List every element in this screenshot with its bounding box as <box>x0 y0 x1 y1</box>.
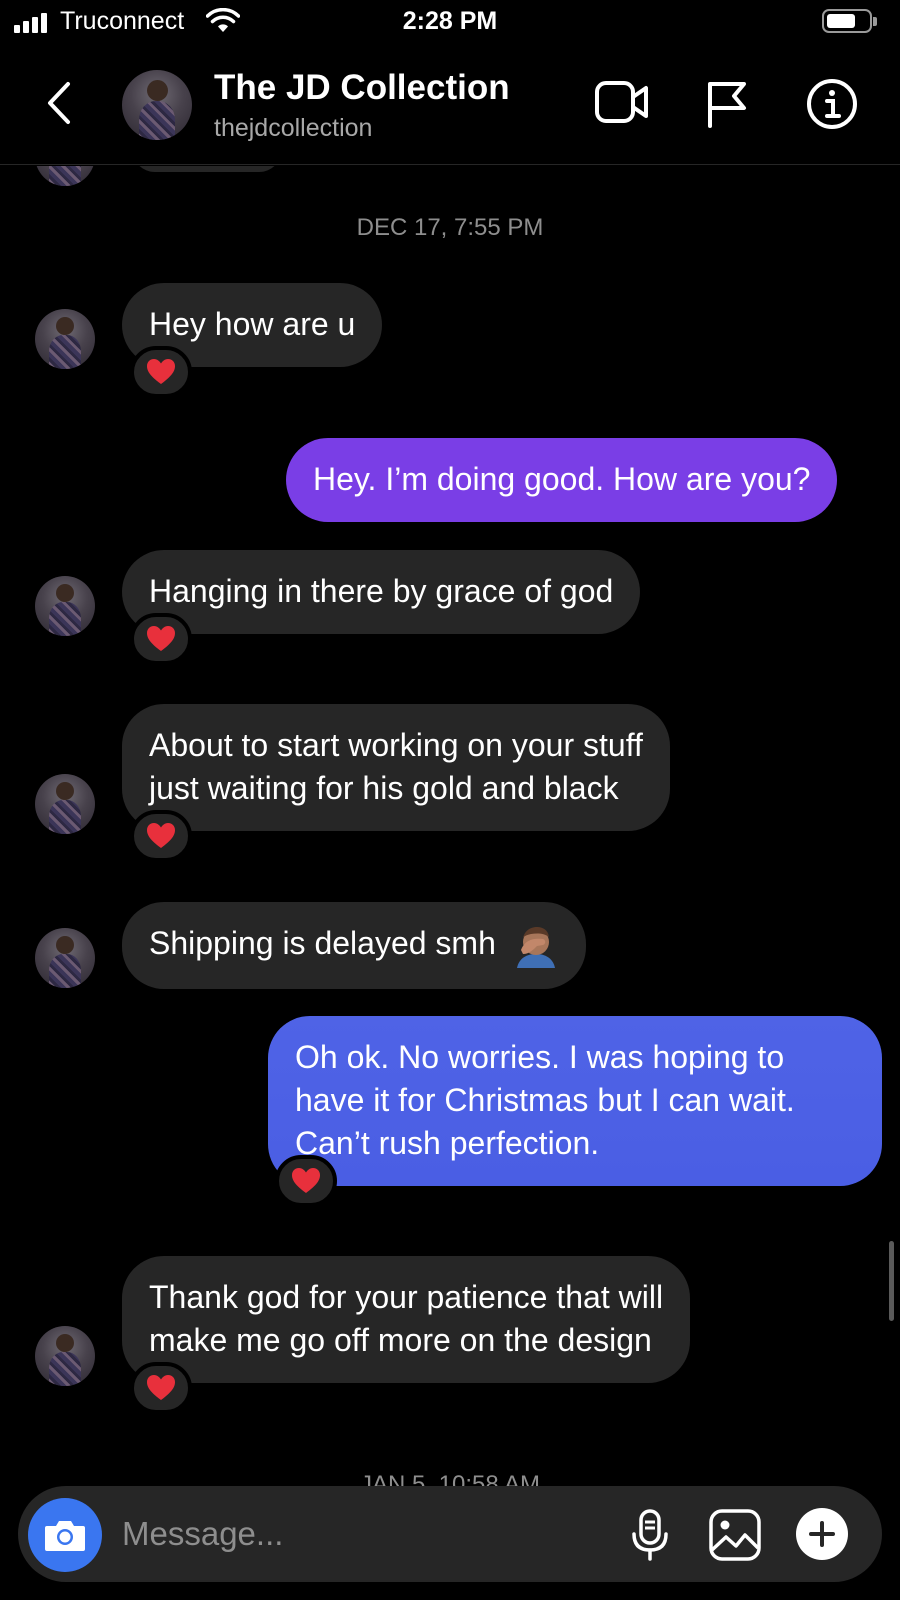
date-divider: DEC 17, 7:55 PM <box>356 214 544 241</box>
camera-icon <box>45 1521 85 1551</box>
message-bubble-outgoing[interactable]: Oh ok. No worries. I was hoping to have … <box>268 1016 882 1186</box>
message-line: About to start working on your stuff <box>149 727 643 763</box>
video-call-icon[interactable] <box>594 78 650 126</box>
status-time: 2:28 PM <box>402 7 498 35</box>
plus-icon <box>809 1521 835 1547</box>
battery-icon <box>822 9 877 33</box>
scrollbar[interactable] <box>889 1241 894 1321</box>
message-bubble[interactable] <box>132 166 282 172</box>
date-divider: JAN 5, 10:58 AM <box>359 1471 541 1486</box>
avatar <box>35 774 95 834</box>
message-composer <box>18 1486 882 1582</box>
add-button[interactable] <box>796 1508 848 1560</box>
message-text: Hey how are u <box>149 306 356 342</box>
avatar <box>35 166 95 186</box>
message-text: Shipping is delayed smh <box>149 925 496 961</box>
heart-reaction-icon[interactable] <box>130 613 192 665</box>
heart-reaction-icon[interactable] <box>130 1362 192 1414</box>
message-line: Oh ok. No worries. I was hoping to <box>295 1039 785 1075</box>
flag-icon[interactable] <box>704 78 750 128</box>
contact-avatar[interactable] <box>122 70 192 140</box>
avatar <box>35 309 95 369</box>
avatar <box>35 576 95 636</box>
facepalm-emoji-icon <box>516 926 555 968</box>
microphone-icon[interactable] <box>630 1508 670 1562</box>
message-bubble-incoming[interactable]: About to start working on your stuff jus… <box>122 704 670 831</box>
message-line: Thank god for your patience that will <box>149 1279 664 1315</box>
message-line: Can’t rush perfection. <box>295 1125 600 1161</box>
contact-handle[interactable]: thejdcollection <box>214 114 372 143</box>
message-line: have it for Christmas but I can wait. <box>295 1082 795 1118</box>
heart-reaction-icon[interactable] <box>130 346 192 398</box>
contact-name[interactable]: The JD Collection <box>214 68 510 108</box>
gallery-icon[interactable] <box>708 1508 762 1562</box>
message-line: make me go off more on the design <box>149 1322 652 1358</box>
message-input[interactable] <box>122 1486 592 1582</box>
message-line: just waiting for his gold and black <box>149 770 619 806</box>
heart-reaction-icon[interactable] <box>275 1155 337 1207</box>
status-bar: Truconnect 2:28 PM <box>0 0 900 46</box>
message-bubble-outgoing[interactable]: Hey. I’m doing good. How are you? <box>286 438 838 522</box>
message-text: Hanging in there by grace of god <box>149 573 614 609</box>
avatar <box>35 928 95 988</box>
avatar <box>35 1326 95 1386</box>
conversation-header: The JD Collection thejdcollection <box>0 50 900 165</box>
message-bubble-incoming[interactable]: Shipping is delayed smh <box>122 902 586 989</box>
message-bubble-incoming[interactable]: Thank god for your patience that will ma… <box>122 1256 691 1383</box>
info-icon[interactable] <box>806 78 858 130</box>
message-text: Hey. I’m doing good. How are you? <box>313 461 811 497</box>
heart-reaction-icon[interactable] <box>130 810 192 862</box>
message-bubble-incoming[interactable]: Hanging in there by grace of god <box>122 550 641 634</box>
camera-button[interactable] <box>28 1498 102 1572</box>
message-list[interactable]: DEC 17, 7:55 PM Hey how are u Hey. I’m d… <box>0 166 900 1486</box>
back-chevron-icon[interactable] <box>40 78 80 128</box>
